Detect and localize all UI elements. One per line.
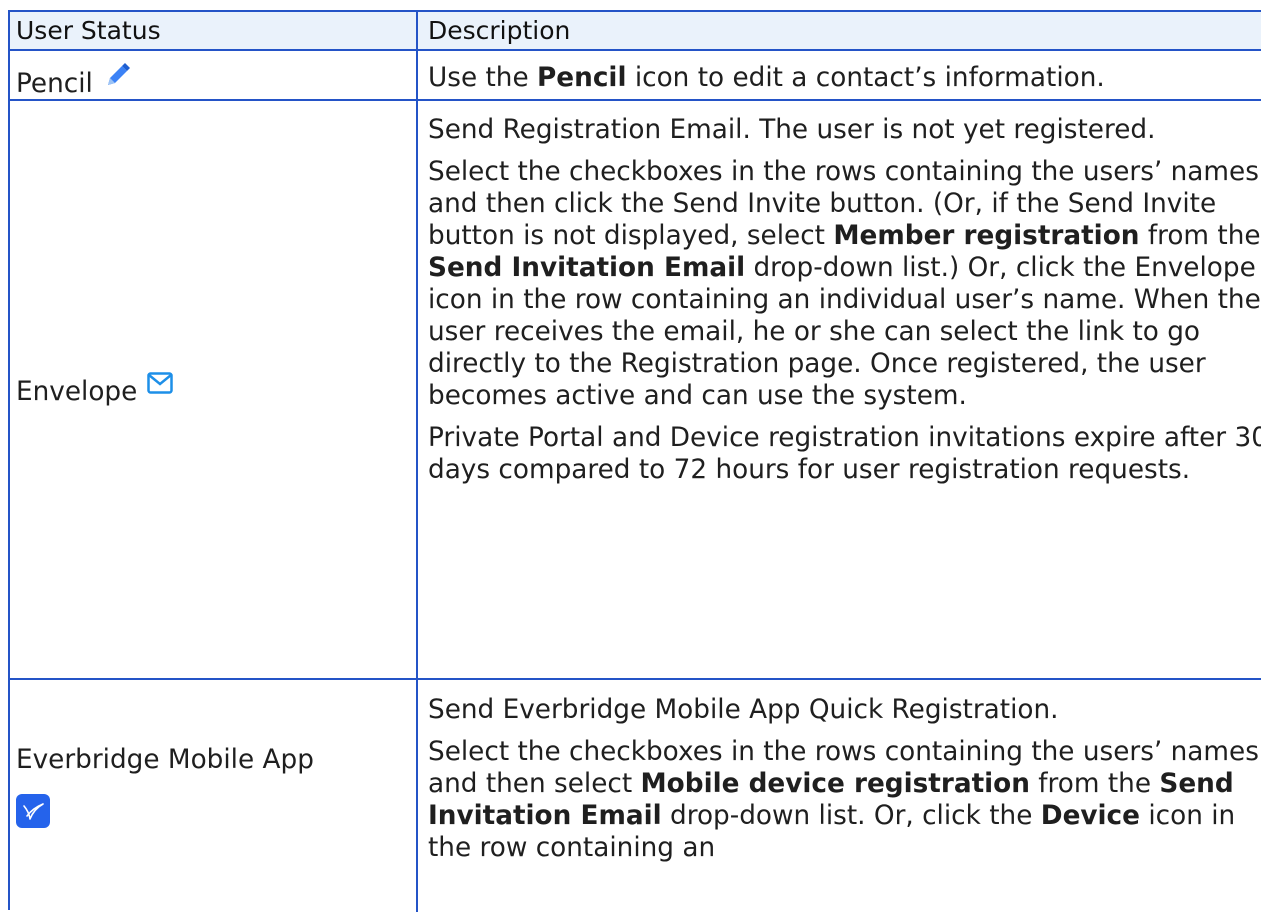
everbridge-mobile-app-icon — [16, 794, 411, 836]
column-divider — [416, 12, 418, 912]
row-divider — [10, 678, 1261, 680]
header-description: Description — [428, 16, 571, 45]
bold-term: Mobile device registration — [640, 769, 1030, 799]
status-cell-mobile-app: Everbridge Mobile App — [16, 744, 411, 836]
description-paragraph: Send Everbridge Mobile App Quick Registr… — [428, 695, 1059, 725]
description-cell-pencil: Use the Pencil icon to edit a contact’s … — [428, 62, 1261, 94]
status-label: Envelope — [16, 377, 138, 407]
status-label: Pencil — [16, 69, 93, 99]
description-paragraph: Send Registration Email. The user is not… — [428, 115, 1156, 145]
description-cell-envelope: Send Registration Email. The user is not… — [428, 114, 1261, 486]
status-cell-envelope: Envelope — [16, 372, 411, 408]
description-paragraph: Use the Pencil icon to edit a contact’s … — [428, 63, 1105, 93]
bold-term: Device — [1040, 801, 1140, 831]
bold-term: Send Invitation Email — [428, 253, 746, 283]
envelope-icon — [147, 370, 174, 402]
status-label: Everbridge Mobile App — [16, 745, 314, 775]
header-user-status: User Status — [16, 16, 161, 45]
bold-term: Member registration — [833, 221, 1140, 251]
user-status-table: User Status Description Pencil Use the P… — [8, 10, 1261, 912]
pencil-icon — [105, 62, 131, 96]
description-paragraph: Select the checkboxes in the rows contai… — [428, 157, 1261, 411]
description-paragraph: Select the checkboxes in the rows contai… — [428, 737, 1259, 863]
description-paragraph: Private Portal and Device registration i… — [428, 423, 1261, 485]
status-cell-pencil: Pencil — [16, 63, 411, 100]
bold-term: Pencil — [537, 63, 627, 93]
description-cell-mobile-app: Send Everbridge Mobile App Quick Registr… — [428, 694, 1261, 864]
